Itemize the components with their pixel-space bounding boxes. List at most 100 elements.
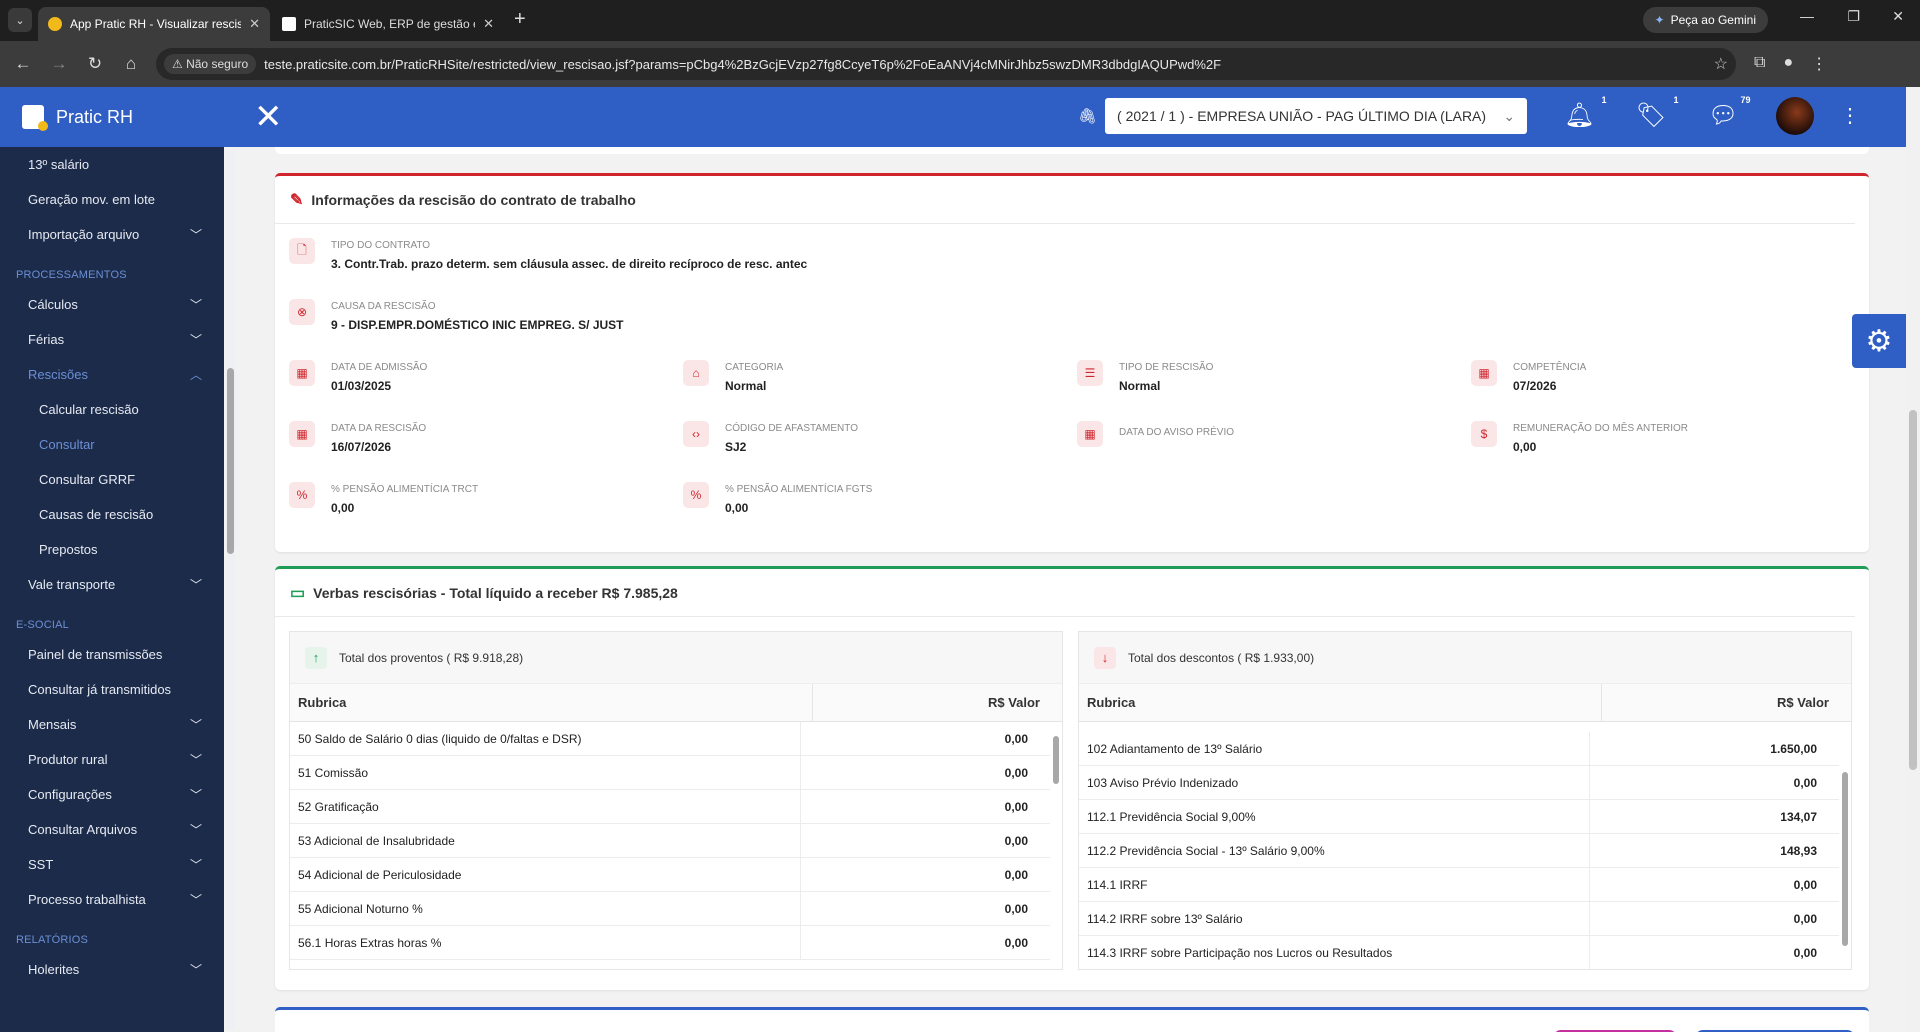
sidebar-item-rescisoes[interactable]: Rescisões ︿	[0, 357, 224, 392]
close-menu-icon[interactable]: ✕	[254, 100, 283, 134]
sidebar-item-geracao-mov[interactable]: Geração mov. em lote	[0, 182, 224, 217]
sidebar-item-produtor-rural[interactable]: Produtor rural ﹀	[0, 742, 224, 777]
col-rubrica[interactable]: Rubrica	[290, 695, 812, 710]
field-label: TIPO DE RESCISÃO	[1119, 362, 1214, 373]
forward-icon[interactable]: →	[46, 54, 72, 74]
sidebar-item-configuracoes[interactable]: Configurações ﹀	[0, 777, 224, 812]
sidebar-item-holerites[interactable]: Holerites ﹀	[0, 952, 224, 987]
rubrica-cell: 50 Saldo de Salário 0 dias (liquido de 0…	[298, 731, 582, 746]
brand[interactable]: Pratic RH	[0, 105, 224, 131]
scrollbar-thumb[interactable]	[1842, 772, 1848, 946]
sidebar-item-consultar-transmitidos[interactable]: Consultar já transmitidos	[0, 672, 224, 707]
sidebar-item-vale-transporte[interactable]: Vale transporte ﹀	[0, 567, 224, 602]
next-card	[275, 1007, 1869, 1032]
field-label: DATA DA RESCISÃO	[331, 423, 427, 434]
field-value: 0,00	[1513, 440, 1537, 454]
field-data-rescisao: ▦ DATA DA RESCISÃO 16/07/2026	[289, 421, 426, 454]
rubrica-cell: 56.1 Horas Extras horas %	[298, 935, 442, 950]
chevron-down-icon: ⌄	[1503, 107, 1516, 124]
paperclip-icon[interactable]: 🖇	[1078, 107, 1097, 125]
col-valor[interactable]: R$ Valor	[812, 684, 1062, 721]
sidebar-item-label: Férias	[28, 332, 65, 347]
page-scrollbar-thumb[interactable]	[1909, 410, 1917, 770]
sidebar-item-consultar-arquivos[interactable]: Consultar Arquivos ﹀	[0, 812, 224, 847]
company-select-value: ( 2021 / 1 ) - EMPRESA UNIÃO - PAG ÚLTIM…	[1117, 108, 1487, 124]
sidebar-item-causas-rescisao[interactable]: Causas de rescisão	[0, 497, 224, 532]
company-select[interactable]: ( 2021 / 1 ) - EMPRESA UNIÃO - PAG ÚLTIM…	[1105, 98, 1528, 134]
sidebar-item-calculos[interactable]: Cálculos ﹀	[0, 287, 224, 322]
field-tipo-rescisao: ☰ TIPO DE RESCISÃO Normal	[1077, 360, 1213, 393]
avatar[interactable]	[1776, 97, 1814, 135]
close-tab-icon[interactable]: ✕	[483, 16, 494, 32]
browser-tab-active[interactable]: App Pratic RH - Visualizar rescisão ✕	[38, 7, 270, 41]
sidebar-item-prepostos[interactable]: Prepostos	[0, 532, 224, 567]
reload-icon[interactable]: ↻	[82, 54, 108, 74]
back-icon[interactable]: ←	[10, 54, 36, 74]
col-valor[interactable]: R$ Valor	[1601, 684, 1851, 721]
chevron-down-icon: ﹀	[189, 753, 202, 767]
sidebar-item-calcular-rescisao[interactable]: Calcular rescisão	[0, 392, 224, 427]
valor-cell: 1.650,00	[1589, 732, 1839, 765]
list-icon: ☰	[1077, 360, 1103, 386]
table-row: 54 Adicional de Periculosidade 0,00	[290, 858, 1050, 892]
chevron-down-icon: ﹀	[189, 228, 202, 242]
security-chip[interactable]: ⚠ Não seguro	[164, 54, 257, 74]
sidebar-section-processamentos: PROCESSAMENTOS	[16, 269, 127, 281]
table-row: 56.1 Horas Extras horas % 0,00	[290, 926, 1050, 960]
field-tipo-contrato: 🗋 TIPO DO CONTRATO 3. Contr.Trab. prazo d…	[289, 238, 807, 271]
dollar-icon: $	[1471, 421, 1497, 447]
tab-title: App Pratic RH - Visualizar rescisão	[70, 17, 242, 31]
field-value: 01/03/2025	[331, 379, 392, 393]
tab-title: PraticSIC Web, ERP de gestão em	[304, 17, 476, 31]
settings-gear-icon[interactable]: ⚙	[1852, 314, 1906, 368]
descontos-scrollbar[interactable]	[1839, 722, 1851, 969]
browser-tab[interactable]: PraticSIC Web, ERP de gestão em ✕	[272, 7, 504, 41]
sidebar-item-consultar[interactable]: Consultar	[0, 427, 224, 462]
tag-icon: ⌂	[683, 360, 709, 386]
field-label: DATA DE ADMISSÃO	[331, 362, 428, 373]
field-label: CATEGORIA	[725, 362, 784, 373]
bookmark-star-icon[interactable]: ☆	[1714, 54, 1728, 74]
sidebar-item-mensais[interactable]: Mensais ﹀	[0, 707, 224, 742]
field-value: 9 - DISP.EMPR.DOMÉSTICO INIC EMPREG. S/ …	[331, 318, 624, 332]
browser-menu-icon[interactable]: ⋮	[1811, 54, 1827, 74]
tag-icon[interactable]: 🏷︎ 1	[1636, 95, 1678, 130]
gemini-label: Peça ao Gemini	[1670, 13, 1756, 27]
sidebar-scrollbar-thumb[interactable]	[227, 368, 234, 554]
proventos-table-body[interactable]: 50 Saldo de Salário 0 dias (liquido de 0…	[290, 722, 1050, 969]
tab-search-button[interactable]: ⌄	[8, 8, 32, 32]
sidebar-item-consultar-grrf[interactable]: Consultar GRRF	[0, 462, 224, 497]
col-rubrica[interactable]: Rubrica	[1079, 695, 1601, 710]
previous-card	[275, 147, 1869, 154]
chat-icon[interactable]: 💬︎ 79	[1708, 95, 1750, 130]
sidebar-item-13-salario[interactable]: 13º salário	[0, 147, 224, 182]
descontos-table-body[interactable]: 102 Adiantamento de 13º Salário 1.650,00 …	[1079, 722, 1839, 969]
sidebar-item-painel-transmissoes[interactable]: Painel de transmissões	[0, 637, 224, 672]
home-icon[interactable]: ⌂	[118, 54, 144, 74]
close-tab-icon[interactable]: ✕	[249, 16, 260, 32]
sidebar-item-importacao[interactable]: Importação arquivo ﹀	[0, 217, 224, 252]
chevron-down-icon: ﹀	[189, 823, 202, 837]
minimize-icon[interactable]: —	[1800, 8, 1814, 24]
sidebar-scrollbar[interactable]	[226, 150, 235, 1030]
sidebar-item-sst[interactable]: SST ﹀	[0, 847, 224, 882]
gemini-button[interactable]: ✦ Peça ao Gemini	[1642, 7, 1768, 33]
proventos-header: ↑ Total dos proventos ( R$ 9.918,28)	[290, 632, 1062, 684]
close-window-icon[interactable]: ✕	[1892, 8, 1904, 25]
new-tab-button[interactable]: +	[514, 8, 526, 31]
sidebar-item-ferias[interactable]: Férias ﹀	[0, 322, 224, 357]
profile-icon[interactable]: ●	[1783, 54, 1793, 74]
field-value: 0,00	[725, 501, 749, 515]
proventos-panel: ↑ Total dos proventos ( R$ 9.918,28) Rub…	[289, 631, 1063, 970]
restore-icon[interactable]: ❐	[1847, 8, 1860, 25]
proventos-scrollbar[interactable]	[1050, 722, 1062, 969]
descontos-panel: ↓ Total dos descontos ( R$ 1.933,00) Rub…	[1078, 631, 1852, 970]
bell-icon[interactable]: 🔔︎ 1	[1564, 95, 1606, 130]
sidebar-item-label: Causas de rescisão	[39, 507, 154, 522]
sidebar-item-processo-trabalhista[interactable]: Processo trabalhista ﹀	[0, 882, 224, 917]
scrollbar-thumb[interactable]	[1053, 736, 1059, 784]
extensions-icon[interactable]: ⧉	[1754, 54, 1765, 74]
field-data-admissao: ▦ DATA DE ADMISSÃO 01/03/2025	[289, 360, 427, 393]
url-field[interactable]: ⚠ Não seguro teste.praticsite.com.br/Pra…	[156, 48, 1736, 80]
more-options-icon[interactable]: ⋮	[1840, 103, 1860, 128]
